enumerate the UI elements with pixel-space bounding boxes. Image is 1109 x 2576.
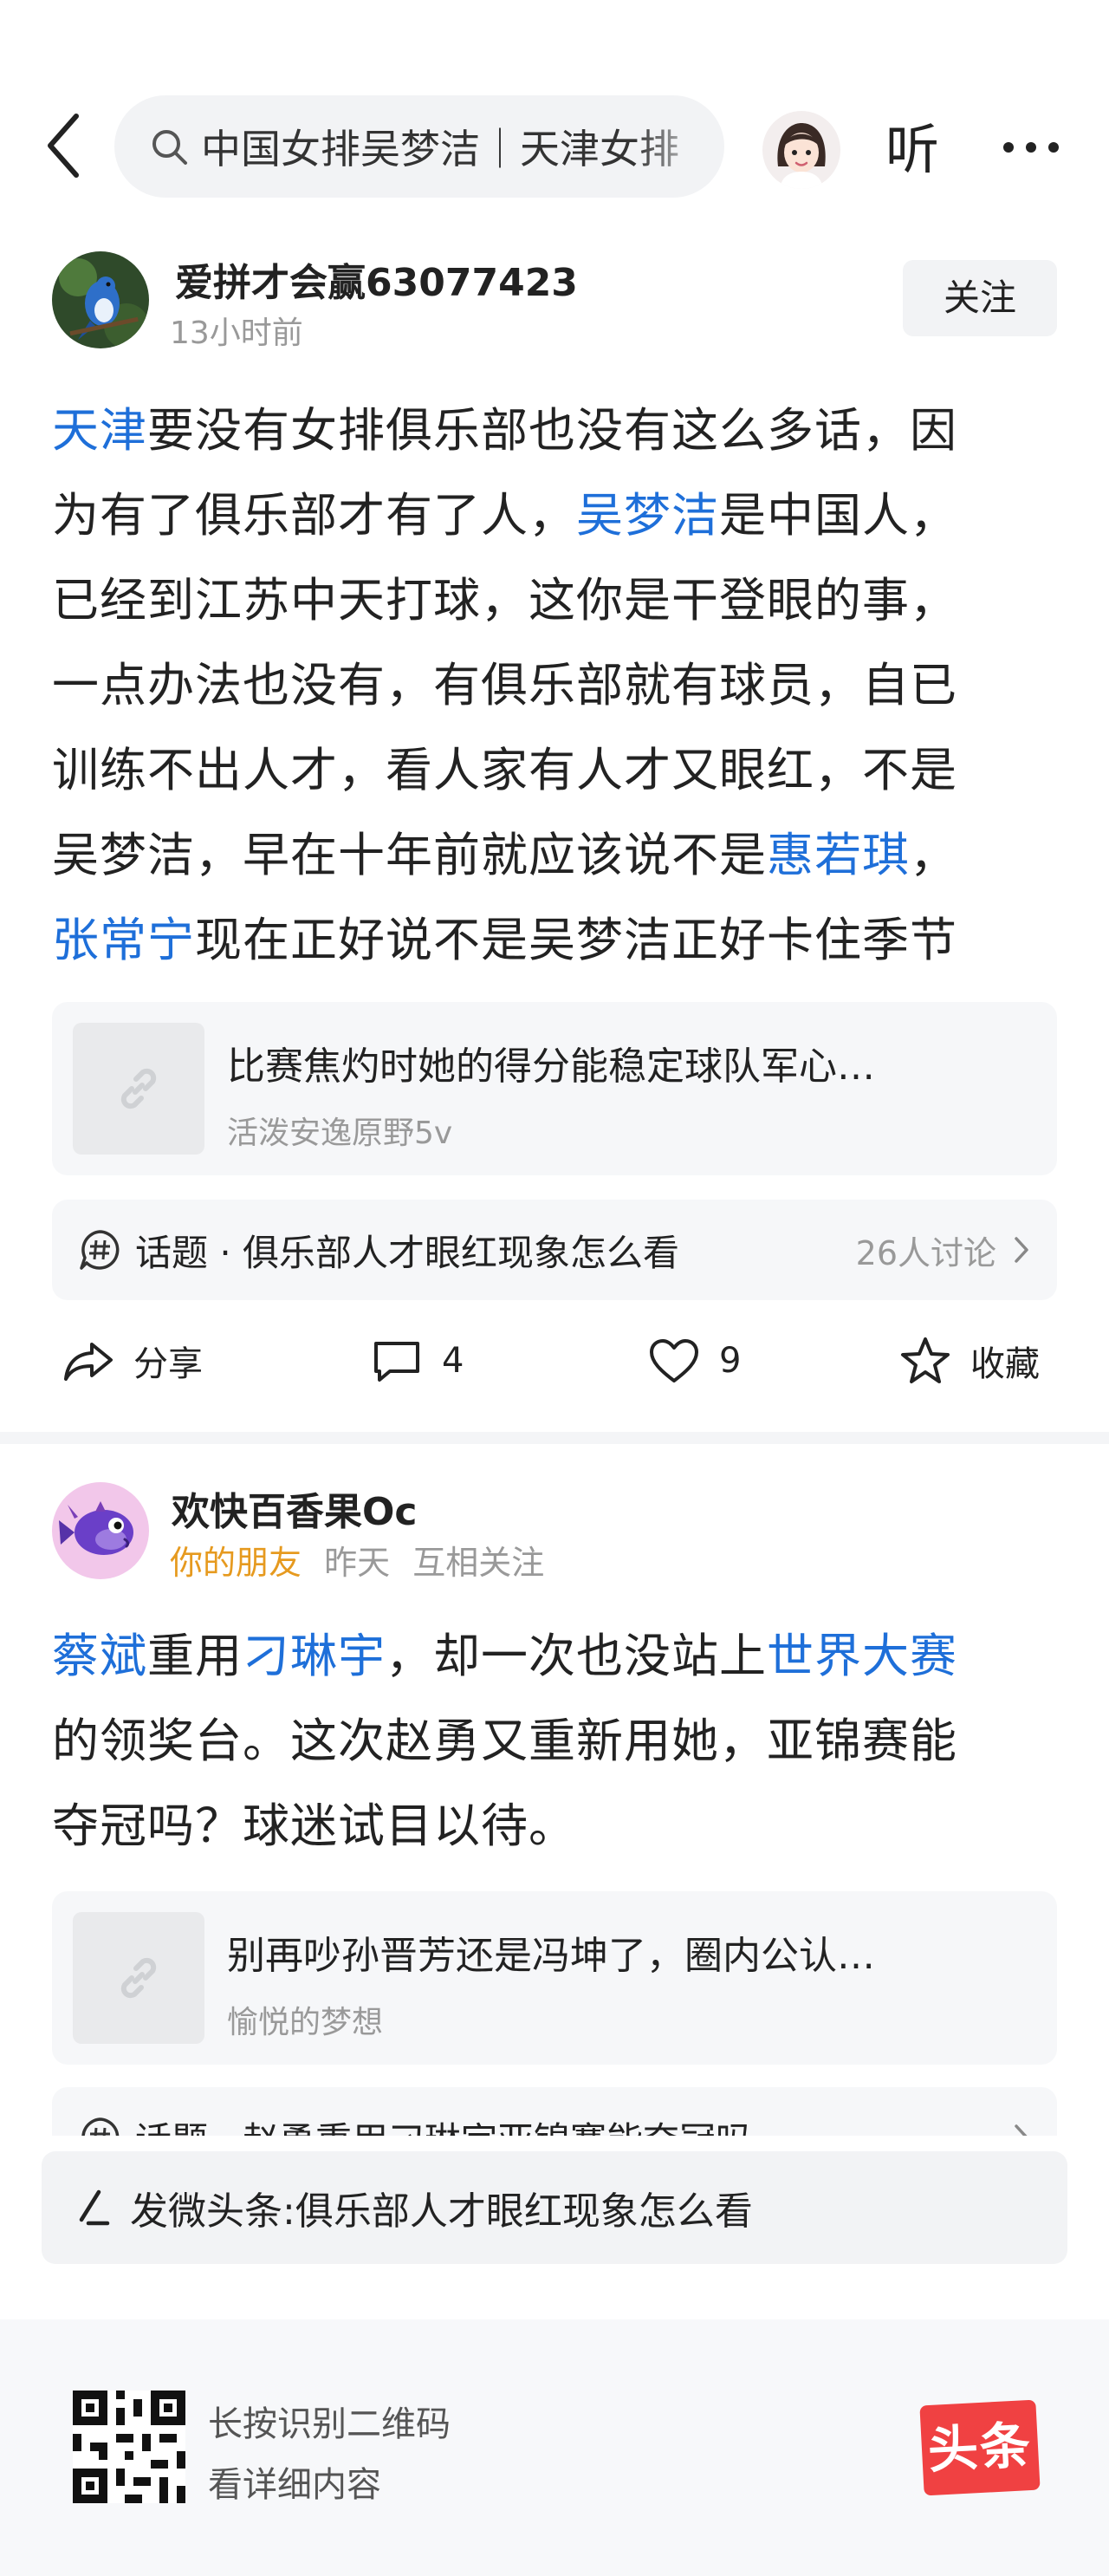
- post-body-line: 张常宁现在正好说不是吴梦洁正好卡住季节: [52, 898, 1066, 983]
- heart-icon: [650, 1339, 698, 1382]
- post-text-segment: 训练不出人才，看人家有人才又眼红，不是: [52, 743, 957, 797]
- post-text-segment: 的领奖台。这次赵勇又重新用她，亚锦赛能: [52, 1714, 957, 1768]
- article-title: 别再吵孙晋芳还是冯坤了，圈内公认…: [227, 1934, 875, 1978]
- post-meta: 你的朋友 昨天 互相关注: [170, 1536, 544, 1584]
- entity-link[interactable]: 刁琳宇: [243, 1629, 386, 1683]
- topic-hash-icon: [81, 2117, 120, 2136]
- collect-label: 收藏: [970, 1344, 1040, 1384]
- like-count: 9: [719, 1341, 742, 1381]
- girl-avatar-icon: [762, 111, 840, 189]
- comment-icon: [374, 1342, 419, 1382]
- topic-discussion-count: 26人讨论: [855, 1233, 996, 1272]
- topic-label: 话题 · 赵勇重用刁琳宇亚锦赛能夺冠吗: [135, 2111, 752, 2137]
- action-bar: 分享 4 9 收藏: [52, 1317, 1057, 1404]
- post-body-line: 吴梦洁，早在十年前就应该说不是惠若琪，: [52, 813, 1066, 898]
- chevron-right-icon: [1015, 2124, 1028, 2136]
- article-source: 愉悦的梦想: [227, 2005, 384, 2040]
- post-body-line: 训练不出人才，看人家有人才又眼红，不是: [52, 728, 1066, 813]
- link-icon: [120, 1068, 157, 1109]
- relation-tag: 互相关注: [412, 1544, 545, 1582]
- footer-hint-line1: 长按识别二维码: [208, 2404, 451, 2444]
- post-body-line: 已经到江苏中天打球，这你是干登眼的事，: [52, 558, 1066, 643]
- listen-button[interactable]: 听: [885, 111, 939, 189]
- post-text-segment: 为有了俱乐部才有了人，: [52, 488, 576, 543]
- entity-link[interactable]: 世界大赛: [767, 1629, 957, 1683]
- post-body-line: 夺冠吗？球迷试目以待。: [52, 1784, 1066, 1869]
- footer-hint-line2: 看详细内容: [208, 2465, 381, 2505]
- more-button[interactable]: [996, 121, 1066, 173]
- share-icon: [64, 1343, 113, 1381]
- post-text-segment: 一点办法也没有，有俱乐部就有球员，自已: [52, 658, 957, 712]
- post-text-segment: ，: [910, 828, 957, 882]
- chevron-left-icon: [48, 114, 79, 178]
- share-button[interactable]: 分享: [62, 1317, 203, 1404]
- post-time: 昨天: [324, 1544, 391, 1582]
- article-source: 活泼安逸原野5v: [227, 1116, 453, 1151]
- search-icon: [152, 130, 187, 165]
- post-body-line: 为有了俱乐部才有了人，吴梦洁是中国人，: [52, 473, 1066, 558]
- entity-link[interactable]: 蔡斌: [52, 1629, 147, 1683]
- topic-bar[interactable]: 话题 · 俱乐部人才眼红现象怎么看 26人讨论: [52, 1200, 1057, 1300]
- post-time: 13小时前: [170, 315, 303, 351]
- friend-tag: 你的朋友: [170, 1544, 302, 1582]
- compose-prompt-text: 发微头条:俱乐部人才眼红现象怎么看: [130, 2189, 753, 2234]
- entity-link[interactable]: 张常宁: [52, 913, 195, 967]
- topic-label: 话题 · 俱乐部人才眼红现象怎么看: [135, 1231, 680, 1274]
- follow-button[interactable]: 关注: [903, 260, 1057, 336]
- linked-article-card[interactable]: 比赛焦灼时她的得分能稳定球队军心… 活泼安逸原野5v: [52, 1002, 1057, 1175]
- comment-count: 4: [442, 1341, 464, 1381]
- post-body-line: 蔡斌重用刁琳宇，却一次也没站上世界大赛: [52, 1614, 1066, 1699]
- entity-link[interactable]: 惠若琪: [767, 828, 910, 882]
- post-text-segment: 夺冠吗？球迷试目以待。: [52, 1799, 576, 1853]
- post-body[interactable]: 蔡斌重用刁琳宇，却一次也没站上世界大赛的领奖台。这次赵勇又重新用她，亚锦赛能 夺冠…: [52, 1614, 1066, 1869]
- fish-avatar-icon: [52, 1482, 149, 1579]
- post-text-segment: ，却一次也没站上: [386, 1629, 767, 1683]
- search-query-text: 中国女排吴梦洁｜天津女排: [201, 126, 679, 172]
- star-icon: [901, 1337, 950, 1383]
- author-name[interactable]: 爱拼才会赢63077423: [175, 251, 578, 307]
- link-icon: [120, 1957, 157, 1999]
- author-avatar[interactable]: [52, 1482, 149, 1579]
- back-button[interactable]: [43, 111, 85, 180]
- article-thumbnail: [73, 1912, 204, 2044]
- share-label: 分享: [133, 1344, 203, 1384]
- bird-avatar-icon: [52, 251, 149, 348]
- qr-code-icon: [73, 2391, 185, 2503]
- post-text-segment: 现在正好说不是吴梦洁正好卡住季节: [195, 913, 957, 967]
- toutiao-logo: 头条: [919, 2399, 1041, 2496]
- post-text-segment: 已经到江苏中天打球，这你是干登眼的事，: [52, 573, 957, 628]
- entity-link[interactable]: 天津: [52, 403, 147, 458]
- like-button[interactable]: 9: [648, 1317, 741, 1404]
- entity-link[interactable]: 吴梦洁: [576, 488, 719, 543]
- collect-button[interactable]: 收藏: [899, 1317, 1040, 1404]
- author-avatar[interactable]: [52, 251, 149, 348]
- pen-icon: [79, 2189, 110, 2226]
- post-text-segment: 是中国人，: [719, 488, 957, 543]
- article-thumbnail: [73, 1023, 204, 1155]
- chevron-right-icon: [1015, 1237, 1028, 1263]
- topic-bar-clipped: 话题 · 赵勇重用刁琳宇亚锦赛能夺冠吗: [52, 2087, 1057, 2136]
- comment-button[interactable]: 4: [371, 1317, 464, 1404]
- post-body[interactable]: 天津要没有女排俱乐部也没有这么多话，因 为有了俱乐部才有了人，吴梦洁是中国人， 已经…: [52, 388, 1066, 983]
- post-body-line: 一点办法也没有，有俱乐部就有球员，自已: [52, 643, 1066, 728]
- topic-hash-icon: [80, 1230, 120, 1270]
- search-bar[interactable]: 中国女排吴梦洁｜天津女排: [114, 95, 724, 198]
- author-name[interactable]: 欢快百香果Oc: [172, 1480, 418, 1536]
- topic-bar[interactable]: 话题 · 赵勇重用刁琳宇亚锦赛能夺冠吗: [52, 2087, 1057, 2136]
- linked-article-card[interactable]: 别再吵孙晋芳还是冯坤了，圈内公认… 愉悦的梦想: [52, 1891, 1057, 2065]
- post-text-segment: 吴梦洁，早在十年前就应该说不是: [52, 828, 767, 882]
- article-title: 比赛焦灼时她的得分能稳定球队军心…: [227, 1044, 875, 1089]
- assistant-avatar[interactable]: [762, 111, 840, 189]
- compose-post-prompt[interactable]: 发微头条:俱乐部人才眼红现象怎么看: [42, 2151, 1067, 2264]
- post-text-segment: 重用: [147, 1629, 243, 1683]
- post-body-line: 天津要没有女排俱乐部也没有这么多话，因: [52, 388, 1066, 473]
- qr-code[interactable]: [73, 2391, 185, 2503]
- post-text-segment: 要没有女排俱乐部也没有这么多话，因: [147, 403, 957, 458]
- post-body-line: 的领奖台。这次赵勇又重新用她，亚锦赛能: [52, 1699, 1066, 1784]
- post-separator: [0, 1432, 1109, 1444]
- more-dots-icon: [1003, 142, 1059, 153]
